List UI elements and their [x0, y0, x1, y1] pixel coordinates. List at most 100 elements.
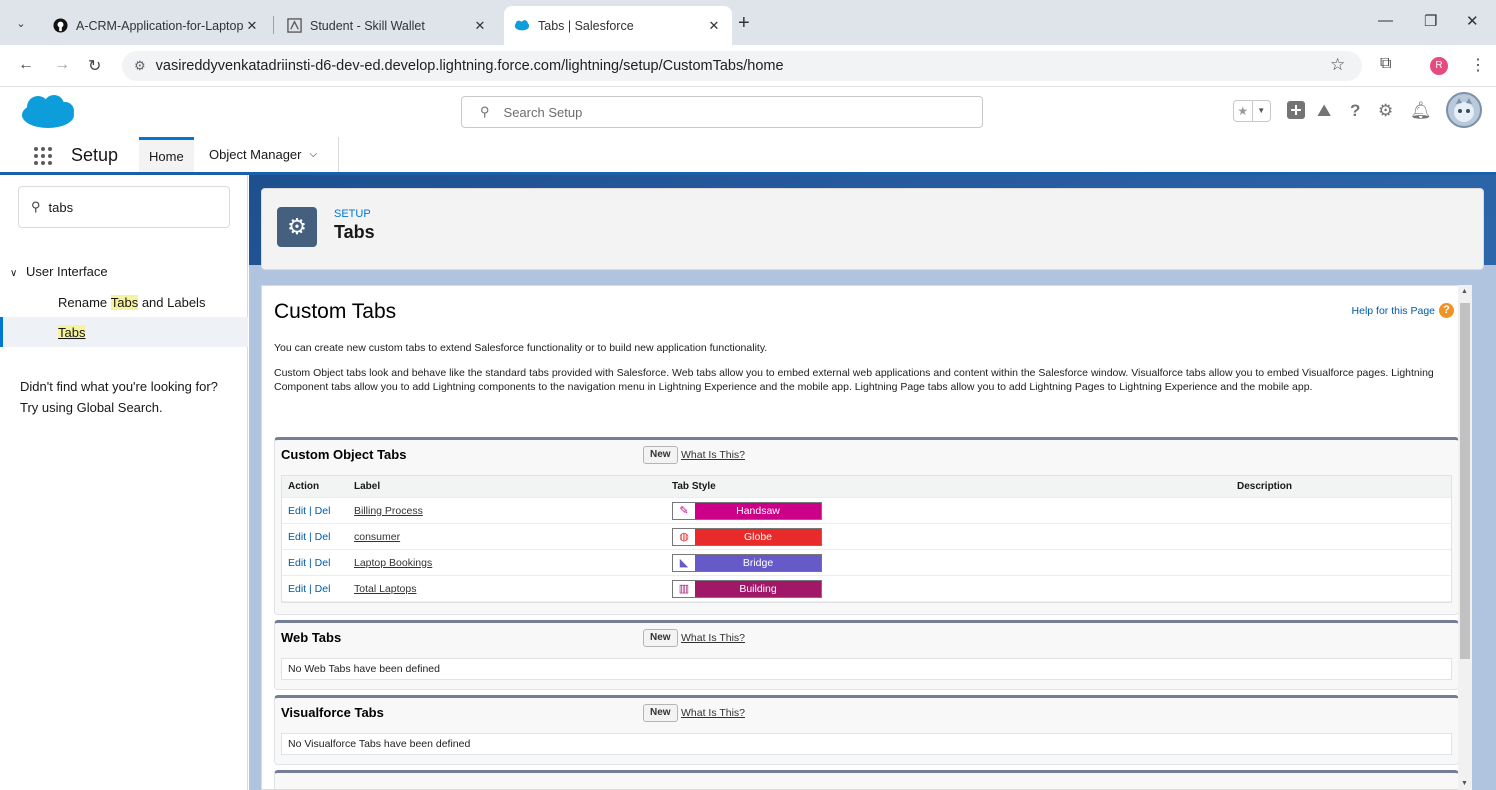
- empty-state-text: No Visualforce Tabs have been defined: [281, 733, 1452, 755]
- section-title: Web Tabs: [281, 630, 342, 645]
- sidebar-item-tabs[interactable]: Tabs: [0, 317, 248, 347]
- tab-style-name: Globe: [743, 530, 773, 543]
- section-title: Custom Object Tabs: [281, 447, 407, 462]
- browser-tab-github[interactable]: A-CRM-Application-for-Laptop ✕: [42, 6, 270, 45]
- sidebar-item-rename-tabs-and-labels[interactable]: Rename Tabs and Labels: [0, 287, 248, 317]
- what-is-this-link[interactable]: What Is This?: [681, 449, 745, 461]
- action-separator: |: [306, 582, 315, 595]
- delete-link[interactable]: Del: [315, 505, 331, 517]
- search-setup-input[interactable]: ⚲ Search Setup: [461, 96, 983, 128]
- user-avatar[interactable]: [1446, 92, 1482, 128]
- row-label-cell: Billing Process: [354, 498, 423, 523]
- site-info-icon[interactable]: ⚙: [134, 58, 146, 74]
- tab-label-link[interactable]: Laptop Bookings: [354, 557, 432, 569]
- edit-link[interactable]: Edit: [288, 505, 306, 517]
- quick-find-input[interactable]: ⚲ tabs: [18, 186, 230, 228]
- table-row: Edit | Del consumer ◍ Globe: [282, 524, 1451, 550]
- help-icon[interactable]: ?: [1350, 101, 1360, 121]
- delete-link[interactable]: Del: [315, 583, 331, 595]
- minimize-icon[interactable]: —: [1378, 12, 1393, 29]
- tab-divider: [273, 16, 274, 34]
- content-scrollbar[interactable]: ▲ ▼: [1458, 285, 1472, 790]
- browser-tab-title: Tabs | Salesforce: [538, 18, 634, 33]
- page-header-card: ⚙ SETUP Tabs: [261, 188, 1484, 270]
- tab-home[interactable]: Home: [139, 137, 194, 172]
- url-field[interactable]: ⚙ vasireddyvenkatadriinsti-d6-dev-ed.dev…: [122, 51, 1362, 81]
- search-highlight: Tabs: [110, 294, 139, 310]
- edit-link[interactable]: Edit: [288, 583, 306, 595]
- edit-link[interactable]: Edit: [288, 531, 306, 543]
- restore-icon[interactable]: ❐: [1424, 12, 1437, 30]
- handsaw-icon: ✎: [673, 502, 695, 519]
- row-label-cell: Total Laptops: [354, 576, 416, 601]
- back-icon[interactable]: ←: [18, 56, 34, 74]
- chevron-down-icon[interactable]: ⌵: [310, 149, 318, 160]
- profile-avatar[interactable]: R: [1430, 57, 1448, 75]
- new-visualforce-tab-button[interactable]: New: [643, 704, 678, 722]
- close-tab-icon[interactable]: ✕: [244, 18, 260, 34]
- tree-group-user-interface[interactable]: ∨ User Interface: [10, 264, 108, 279]
- tab-search-chevron-icon[interactable]: ⌄: [10, 12, 32, 34]
- table-row: Edit | Del Laptop Bookings ◣ Bridge: [282, 550, 1451, 576]
- delete-link[interactable]: Del: [315, 557, 331, 569]
- scroll-down-icon[interactable]: ▼: [1461, 780, 1468, 787]
- tab-label-link[interactable]: Billing Process: [354, 505, 423, 517]
- search-placeholder: Search Setup: [503, 104, 583, 120]
- delete-link[interactable]: Del: [315, 531, 331, 543]
- table-header-row: Action Label Tab Style Description: [282, 476, 1451, 498]
- notification-bell-icon[interactable]: 🔔︎: [1410, 101, 1432, 121]
- extensions-icon[interactable]: ⧉: [1380, 55, 1391, 73]
- tab-style-swatch: ◍ Globe: [672, 527, 822, 546]
- new-custom-object-tab-button[interactable]: New: [643, 446, 678, 464]
- main-area: ⚙ SETUP Tabs Custom Tabs Help for this P…: [249, 175, 1496, 790]
- browser-tab-strip: ⌄ A-CRM-Application-for-Laptop ✕ Student…: [0, 0, 1496, 45]
- new-web-tab-button[interactable]: New: [643, 629, 678, 647]
- help-for-this-page-link[interactable]: Help for this Page ?: [1352, 303, 1454, 318]
- tab-label-link[interactable]: consumer: [354, 531, 400, 543]
- column-header: Tab Style: [672, 481, 716, 492]
- tab-style-name: Handsaw: [736, 504, 780, 517]
- not-found-line1: Didn't find what you're looking for?: [20, 379, 218, 394]
- what-is-this-link[interactable]: What Is This?: [681, 707, 745, 719]
- close-tab-icon[interactable]: ✕: [472, 18, 488, 34]
- gear-icon[interactable]: ⚙: [1378, 101, 1393, 121]
- chevron-down-icon: ∨: [10, 268, 18, 279]
- edit-link[interactable]: Edit: [288, 557, 306, 569]
- global-actions-icon[interactable]: [1287, 101, 1305, 124]
- row-actions: Edit | Del: [288, 576, 330, 601]
- browser-tab-skill-wallet[interactable]: Student - Skill Wallet ✕: [276, 6, 498, 45]
- row-style-cell: ◍ Globe: [672, 524, 822, 549]
- table-row: Edit | Del Billing Process ✎ Handsaw: [282, 498, 1451, 524]
- reload-icon[interactable]: ↻: [88, 56, 101, 76]
- trailhead-icon[interactable]: ⛰: [1317, 101, 1331, 121]
- tab-style-name: Bridge: [742, 556, 774, 569]
- what-is-this-link[interactable]: What Is This?: [681, 632, 745, 644]
- scroll-up-icon[interactable]: ▲: [1461, 288, 1468, 295]
- bookmark-star-icon[interactable]: ☆: [1330, 55, 1345, 75]
- intro-text: You can create new custom tabs to extend…: [274, 342, 768, 354]
- scrollbar-thumb[interactable]: [1460, 303, 1470, 659]
- nav-divider: [338, 137, 339, 172]
- browser-tab-salesforce[interactable]: Tabs | Salesforce ✕: [504, 6, 732, 45]
- favorites-dropdown-icon[interactable]: ▼: [1251, 101, 1271, 121]
- salesforce-cloud-icon: [514, 18, 530, 34]
- tab-object-manager[interactable]: Object Manager ⌵: [209, 137, 317, 172]
- close-tab-icon[interactable]: ✕: [706, 18, 722, 34]
- tab-label-link[interactable]: Total Laptops: [354, 583, 416, 595]
- table-row: Edit | Del Total Laptops ▥ Building: [282, 576, 1451, 602]
- app-launcher-icon[interactable]: [34, 147, 52, 165]
- new-tab-icon[interactable]: +: [738, 12, 750, 35]
- salesforce-logo[interactable]: [20, 94, 76, 133]
- browser-tab-title: A-CRM-Application-for-Laptop: [76, 18, 244, 33]
- skill-wallet-icon: [286, 18, 302, 34]
- tab-style-swatch: ▥ Building: [672, 579, 822, 598]
- global-search-hint[interactable]: Try using Global Search.: [20, 397, 235, 418]
- browser-menu-icon[interactable]: ⋮: [1470, 55, 1486, 75]
- tab-object-manager-label: Object Manager: [209, 147, 302, 162]
- close-window-icon[interactable]: ✕: [1466, 12, 1479, 30]
- forward-icon[interactable]: →: [54, 56, 70, 74]
- column-header: Action: [288, 481, 320, 492]
- favorites-button[interactable]: ★ ▼: [1233, 100, 1271, 122]
- search-icon: ⚲: [31, 199, 41, 214]
- column-header: Description: [1237, 481, 1293, 492]
